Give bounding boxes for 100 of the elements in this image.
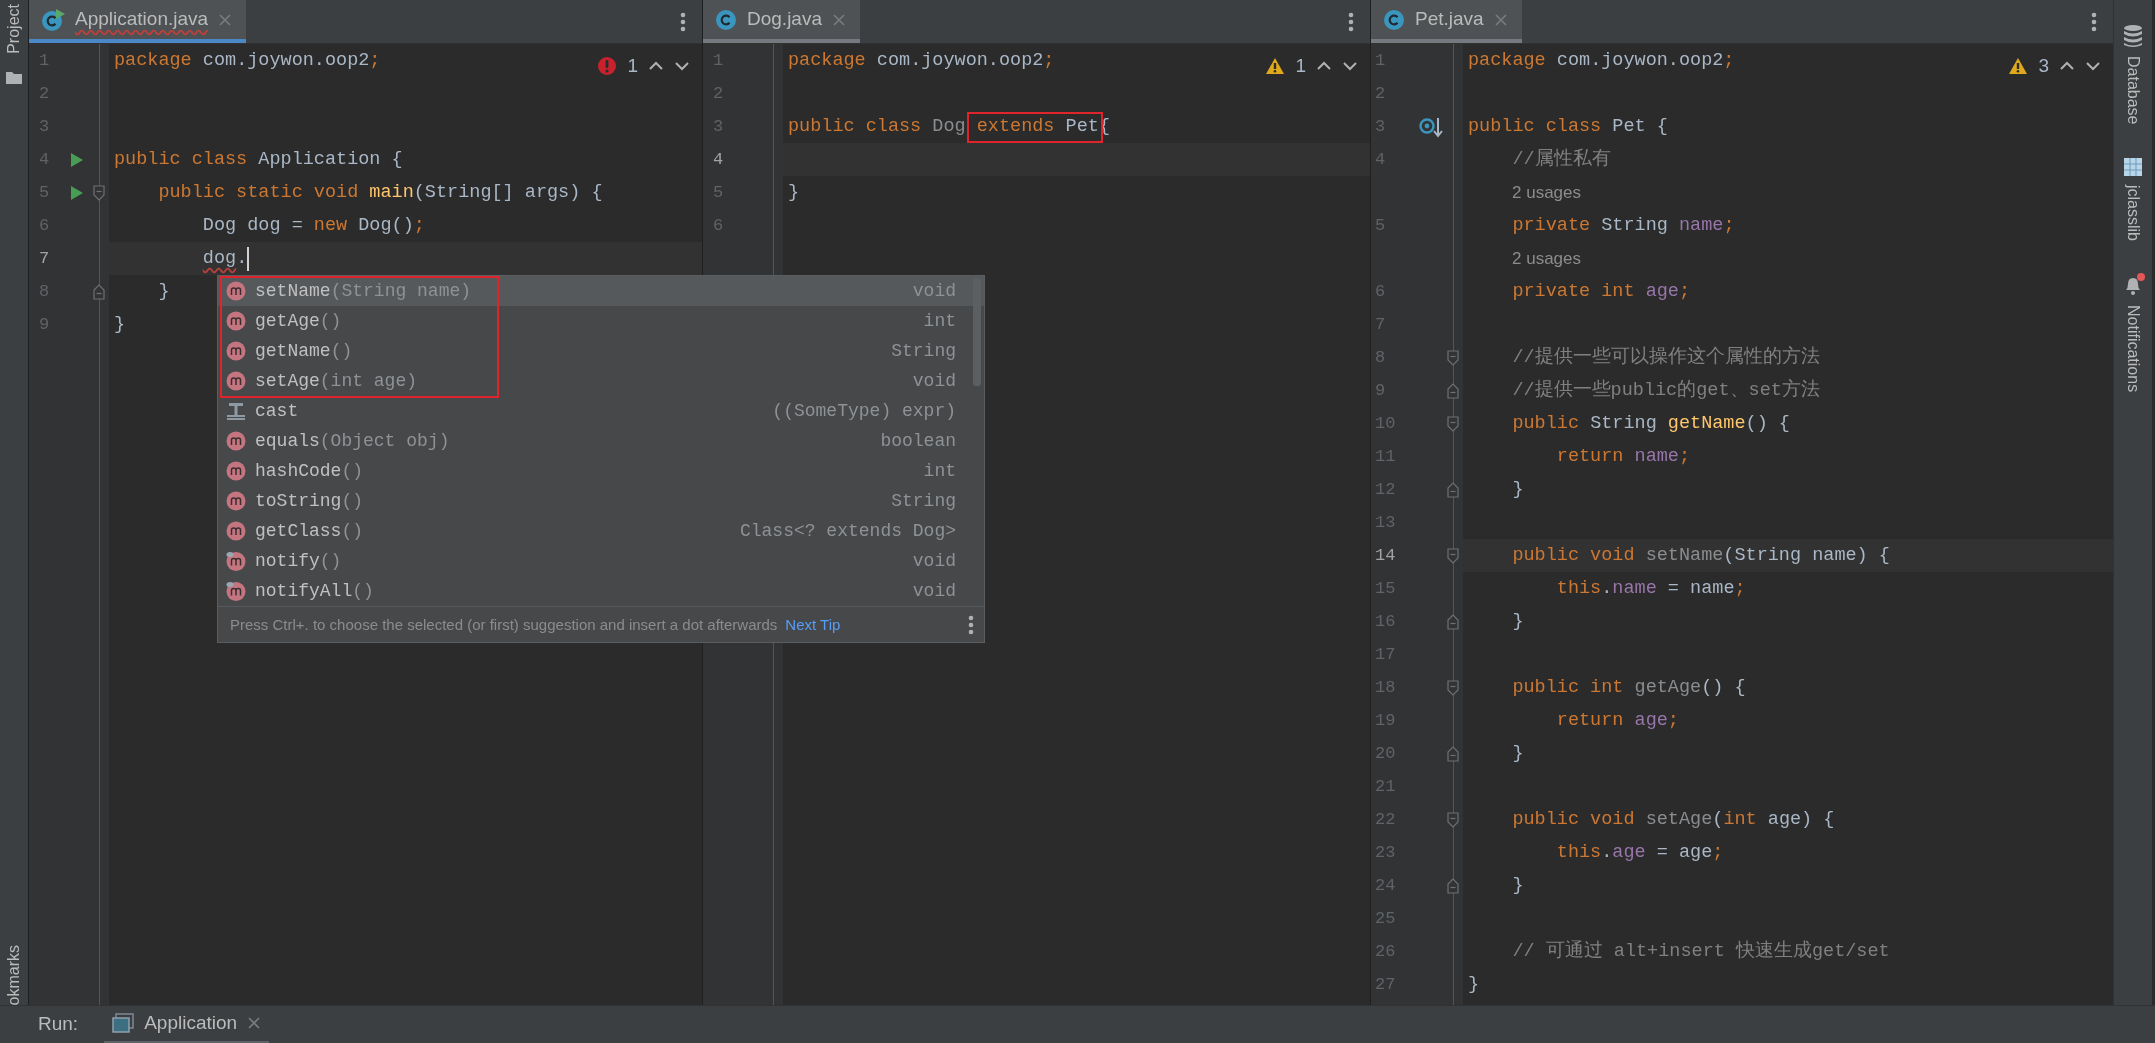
code-line: }: [788, 181, 800, 205]
code-line: public static void main(String[] args) {: [157, 181, 603, 205]
scrollbar-thumb[interactable]: [973, 278, 981, 386]
completion-item[interactable]: setName(String name) void: [218, 276, 984, 306]
code-line: public class Application {: [114, 148, 403, 172]
line-number: 14: [1374, 545, 1397, 567]
more-icon[interactable]: [968, 614, 974, 635]
method-icon: [226, 521, 246, 541]
fold-icon[interactable]: [1447, 877, 1459, 894]
close-icon[interactable]: [247, 1016, 262, 1030]
completion-item[interactable]: notifyAll() void: [218, 576, 984, 606]
fold-icon[interactable]: [1447, 811, 1459, 828]
code-line: public class Pet {: [1468, 115, 1668, 139]
completion-item[interactable]: getClass() Class<? extends Dog>: [218, 516, 984, 546]
code-line: }: [1511, 610, 1524, 634]
line-number: 4: [712, 149, 725, 171]
warning-icon[interactable]: [1265, 57, 1286, 76]
tool-window-button[interactable]: Database: [2121, 56, 2145, 125]
text-cursor: [247, 246, 250, 271]
usages-hint[interactable]: 2 usages: [1512, 176, 1581, 209]
code-line: public void setAge(int age) {: [1511, 808, 1835, 832]
code-line: }: [1511, 742, 1524, 766]
code-line: //属性私有: [1511, 147, 1611, 172]
usages-hint[interactable]: 2 usages: [1512, 242, 1581, 275]
tool-window-button[interactable]: jclasslib: [2121, 184, 2145, 241]
chevron-down-icon[interactable]: [1342, 60, 1358, 73]
tool-window-button[interactable]: Notifications: [2121, 304, 2145, 392]
method-icon: [226, 581, 246, 601]
method-icon: [226, 371, 246, 391]
popup-hint: Press Ctrl+. to choose the selected (or first) suggestion and insert a dot afterwards: [230, 616, 778, 633]
fold-icon[interactable]: [1447, 415, 1459, 432]
method-icon: [226, 491, 246, 511]
run-label: Run:: [38, 1012, 79, 1037]
run-icon[interactable]: [70, 151, 84, 168]
more-icon[interactable]: [1348, 11, 1354, 32]
completion-item[interactable]: toString() String: [218, 486, 984, 516]
tool-window-button[interactable]: okmarks: [2, 944, 26, 1005]
editor-tab[interactable]: Dog.java: [703, 0, 860, 43]
method-icon: [226, 281, 246, 301]
run-icon[interactable]: [70, 184, 84, 201]
code-line: }: [1511, 478, 1524, 502]
run-tab[interactable]: Application: [104, 1005, 270, 1043]
problem-count: 1: [1295, 54, 1306, 78]
more-icon[interactable]: [2091, 11, 2097, 32]
editor-tab[interactable]: Pet.java: [1371, 0, 1522, 43]
code-line: package com.joywon.oop2;: [1468, 49, 1735, 73]
method-icon: [226, 341, 246, 361]
stamp-icon: [226, 401, 246, 421]
fold-icon[interactable]: [1447, 349, 1459, 366]
code-line: public int getAge() {: [1511, 676, 1746, 700]
target-arrow-icon[interactable]: [1419, 115, 1443, 138]
code-line: }: [157, 280, 170, 304]
fold-icon[interactable]: [93, 184, 105, 201]
code-line: private String name;: [1511, 214, 1735, 238]
code-line: }: [1511, 874, 1524, 898]
code-line: public void setName(String name) {: [1511, 544, 1890, 568]
chevron-down-icon[interactable]: [2085, 60, 2101, 73]
folder-icon[interactable]: [5, 69, 23, 85]
fold-icon[interactable]: [1447, 679, 1459, 696]
error-icon[interactable]: [597, 56, 618, 77]
code-line: package com.joywon.oop2;: [114, 49, 381, 73]
code-line: public String getName() {: [1511, 412, 1790, 436]
fold-icon[interactable]: [93, 283, 105, 300]
code-line: return name;: [1555, 445, 1691, 469]
code-line: private int age;: [1511, 280, 1691, 304]
code-line: // 可通过 alt+insert 快速生成get/set: [1511, 939, 1890, 964]
fold-icon[interactable]: [1447, 382, 1459, 399]
completion-item[interactable]: notify() void: [218, 546, 984, 576]
more-icon[interactable]: [680, 11, 686, 32]
fold-icon[interactable]: [1447, 547, 1459, 564]
warning-icon[interactable]: [2008, 57, 2029, 76]
fold-icon[interactable]: [1447, 613, 1459, 630]
fold-icon[interactable]: [1447, 745, 1459, 762]
completion-item[interactable]: hashCode() int: [218, 456, 984, 486]
chevron-down-icon[interactable]: [674, 60, 690, 73]
code-line: this.age = age;: [1555, 841, 1724, 865]
problem-count: 3: [2038, 54, 2049, 78]
code-line: package com.joywon.oop2;: [788, 49, 1055, 73]
code-line: //提供一些可以操作这个属性的方法: [1511, 345, 1820, 370]
line-number: 7: [38, 248, 51, 270]
editor-tab[interactable]: Application.java: [29, 0, 247, 43]
problem-count: 1: [627, 54, 638, 78]
code-line: Dog dog = new Dog();: [201, 214, 425, 238]
window-icon[interactable]: [112, 1013, 135, 1033]
fold-icon[interactable]: [1447, 481, 1459, 498]
class-icon: [41, 8, 65, 31]
grid-icon[interactable]: [2123, 156, 2143, 177]
tool-window-button[interactable]: Project: [2, 4, 26, 54]
next-tip-link[interactable]: Next Tip: [785, 616, 841, 633]
method-icon: [226, 461, 246, 481]
completion-item[interactable]: cast ((SomeType) expr): [218, 396, 984, 426]
code-line: dog.: [201, 247, 248, 271]
method-icon: [226, 311, 246, 331]
database-icon[interactable]: [2122, 24, 2144, 48]
code-line: //提供一些public的get、set方法: [1511, 378, 1820, 403]
method-icon: [226, 551, 246, 571]
code-line: }: [114, 313, 126, 337]
code-line: return age;: [1555, 709, 1679, 733]
class-icon: [1383, 8, 1405, 31]
completion-item[interactable]: equals(Object obj) boolean: [218, 426, 984, 456]
